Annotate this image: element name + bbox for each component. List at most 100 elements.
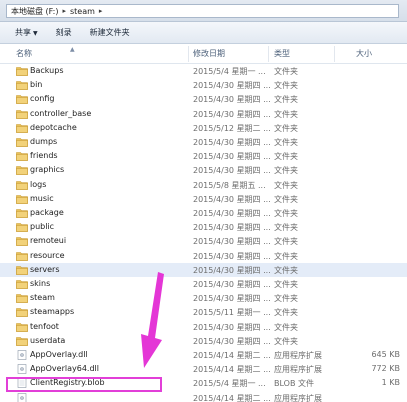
file-type: 文件夹 <box>274 81 298 91</box>
file-type: 文件夹 <box>274 308 298 318</box>
column-divider[interactable] <box>334 46 335 62</box>
file-name: depotcache <box>30 122 77 132</box>
breadcrumb-drive[interactable]: 本地磁盘 (F:) <box>11 6 58 17</box>
file-date: 2015/4/30 星期四 ... <box>193 166 271 176</box>
file-name: dumps <box>30 137 58 146</box>
column-divider[interactable] <box>268 46 269 62</box>
file-row[interactable]: servers 2015/4/30 星期四 ... 文件夹 <box>0 262 407 277</box>
file-row[interactable]: logs 2015/5/8 星期五 ... 文件夹 <box>0 178 407 192</box>
file-date: 2015/4/30 星期四 ... <box>193 95 271 105</box>
file-row[interactable]: public 2015/4/30 星期四 ... 文件夹 <box>0 220 407 234</box>
breadcrumb-steam[interactable]: steam <box>70 7 95 16</box>
file-name: steamapps <box>30 307 75 317</box>
folder-icon <box>16 194 28 204</box>
folder-icon <box>16 222 28 232</box>
file-row[interactable]: dumps 2015/4/30 星期四 ... 文件夹 <box>0 135 407 149</box>
file-date: 2015/5/4 星期一 ... <box>193 379 266 389</box>
dll-file-icon <box>16 350 28 360</box>
chevron-right-icon[interactable]: ▸ <box>62 7 66 15</box>
file-size: 772 KB <box>371 364 400 374</box>
file-row[interactable]: remoteui 2015/4/30 星期四 ... 文件夹 <box>0 234 407 248</box>
file-type: 应用程序扩展 <box>274 393 322 402</box>
file-date: 2015/4/30 星期四 ... <box>193 138 271 147</box>
file-type: 文件夹 <box>274 152 298 162</box>
command-bar: 共享 ▼ 刻录 新建文件夹 <box>0 22 407 44</box>
folder-icon <box>16 109 28 119</box>
folder-icon <box>16 80 28 90</box>
file-type: 文件夹 <box>274 280 298 289</box>
file-name: AppOverlay.dll <box>30 350 88 359</box>
file-row[interactable]: depotcache 2015/5/12 星期二 ... 文件夹 <box>0 121 407 135</box>
file-name: resource <box>30 250 65 260</box>
column-header-name[interactable]: 名称 ▲ <box>16 46 75 60</box>
folder-icon <box>16 66 28 76</box>
file-row[interactable]: resource 2015/4/30 星期四 ... 文件夹 <box>0 249 407 263</box>
file-date: 2015/4/30 星期四 ... <box>193 251 271 261</box>
breadcrumb[interactable]: 本地磁盘 (F:) ▸ steam ▸ <box>6 4 399 18</box>
file-row[interactable]: controller_base 2015/4/30 星期四 ... 文件夹 <box>0 107 407 121</box>
file-date: 2015/5/11 星期一 ... <box>193 308 271 318</box>
arrow-annotation <box>141 272 164 368</box>
file-row[interactable]: graphics 2015/4/30 星期四 ... 文件夹 <box>0 163 407 177</box>
file-row[interactable]: music 2015/4/30 星期四 ... 文件夹 <box>0 192 407 206</box>
column-header-type[interactable]: 类型 <box>274 48 290 60</box>
file-row[interactable]: steam 2015/4/30 星期四 ... 文件夹 <box>0 291 407 305</box>
file-name: music <box>30 193 54 203</box>
file-date: 2015/4/30 星期四 ... <box>193 81 271 91</box>
column-divider[interactable] <box>188 46 189 62</box>
file-name: userdata <box>30 335 66 345</box>
file-row[interactable]: steamapps 2015/5/11 星期一 ... 文件夹 <box>0 305 407 319</box>
file-name: steam <box>30 293 55 303</box>
file-row[interactable]: 2015/4/14 星期二 ... 应用程序扩展 <box>0 391 407 402</box>
file-date: 2015/4/30 星期四 ... <box>193 194 271 204</box>
address-bar[interactable]: 本地磁盘 (F:) ▸ steam ▸ <box>0 0 407 22</box>
file-name: remoteui <box>30 236 67 246</box>
file-date: 2015/4/30 星期四 ... <box>193 152 271 162</box>
file-type: 文件夹 <box>274 166 298 176</box>
file-date: 2015/4/14 星期二 ... <box>193 365 271 375</box>
column-header-date[interactable]: 修改日期 <box>193 48 225 60</box>
file-row[interactable]: config 2015/4/30 星期四 ... 文件夹 <box>0 92 407 106</box>
file-type: BLOB 文件 <box>274 379 314 389</box>
file-name: skins <box>30 279 51 288</box>
file-row[interactable]: bin 2015/4/30 星期四 ... 文件夹 <box>0 78 407 92</box>
file-date: 2015/4/30 星期四 ... <box>193 237 271 247</box>
file-date: 2015/4/30 星期四 ... <box>193 322 271 332</box>
share-label: 共享 <box>15 28 31 37</box>
file-type: 文件夹 <box>274 294 298 304</box>
file-name: friends <box>30 151 58 161</box>
file-date: 2015/5/4 星期一 ... <box>193 67 266 76</box>
new-folder-button[interactable]: 新建文件夹 <box>83 25 137 40</box>
file-type: 文件夹 <box>274 194 298 204</box>
file-date: 2015/4/14 星期二 ... <box>193 393 271 402</box>
folder-icon <box>16 336 28 346</box>
file-type: 文件夹 <box>274 336 298 346</box>
folder-icon <box>16 236 28 247</box>
column-name-label: 名称 <box>16 49 32 58</box>
file-name: logs <box>30 179 47 189</box>
file-date: 2015/5/12 星期二 ... <box>193 123 271 133</box>
file-date: 2015/4/30 星期四 ... <box>193 280 271 289</box>
file-type: 应用程序扩展 <box>274 365 322 375</box>
column-headers: 名称 ▲ 修改日期 类型 大小 <box>0 44 407 64</box>
file-row[interactable]: package 2015/4/30 星期四 ... 文件夹 <box>0 206 407 220</box>
file-row[interactable]: userdata 2015/4/30 星期四 ... 文件夹 <box>0 334 407 348</box>
sort-ascending-icon: ▲ <box>70 46 75 53</box>
file-row[interactable]: AppOverlay.dll 2015/4/14 星期二 ... 应用程序扩展 645… <box>0 348 407 362</box>
file-name: config <box>30 94 55 104</box>
folder-icon <box>16 180 28 190</box>
share-button[interactable]: 共享 ▼ <box>8 25 45 40</box>
column-header-size[interactable]: 大小 <box>356 48 372 60</box>
burn-button[interactable]: 刻录 <box>49 25 79 40</box>
file-type: 文件夹 <box>274 67 298 76</box>
file-row[interactable]: tenfoot 2015/4/30 星期四 ... 文件夹 <box>0 320 407 334</box>
file-type: 文件夹 <box>274 265 298 275</box>
file-size: 1 KB <box>381 378 400 388</box>
chevron-right-icon[interactable]: ▸ <box>99 7 103 15</box>
file-row[interactable]: AppOverlay64.dll 2015/4/14 星期二 ... 应用程序扩展 7… <box>0 362 407 376</box>
folder-icon <box>16 208 28 218</box>
file-type: 文件夹 <box>274 251 298 261</box>
file-row[interactable]: skins 2015/4/30 星期四 ... 文件夹 <box>0 277 407 291</box>
file-row[interactable]: friends 2015/4/30 星期四 ... 文件夹 <box>0 149 407 163</box>
file-row[interactable]: Backups 2015/5/4 星期一 ... 文件夹 <box>0 64 407 78</box>
